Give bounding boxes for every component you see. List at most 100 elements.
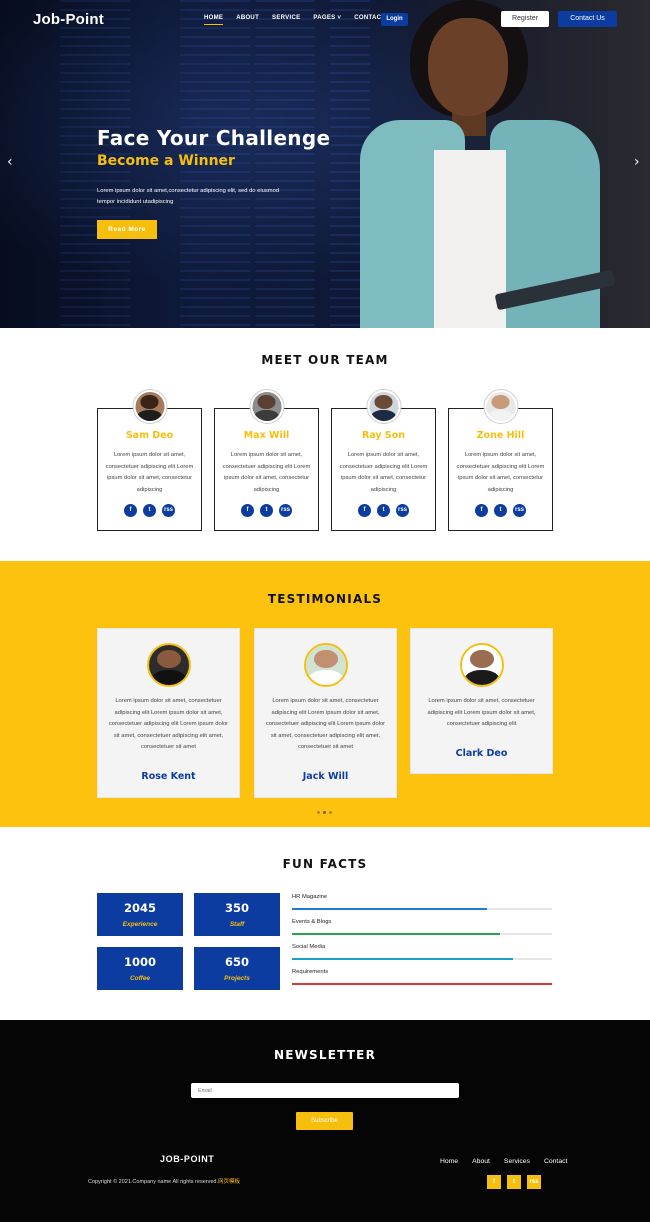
fact-box: 2045 Experience	[97, 893, 183, 936]
fact-box: 350 Staff	[194, 893, 280, 936]
facebook-icon[interactable]: f	[487, 1175, 501, 1189]
copyright-text: Copyright © 2021.Company name All rights…	[88, 1179, 219, 1185]
nav-about[interactable]: ABOUT	[236, 15, 259, 21]
facebook-icon[interactable]: f	[475, 504, 488, 517]
testimonial-text: Lorem ipsum dolor sit amet, consectetuer…	[265, 698, 386, 750]
member-name: Max Will	[243, 430, 290, 441]
testimonials-title: TESTIMONIALS	[267, 592, 383, 606]
fact-number: 650	[224, 955, 249, 969]
email-input[interactable]	[191, 1083, 459, 1098]
fact-number: 1000	[123, 955, 156, 969]
rss-icon[interactable]: rss	[513, 504, 526, 517]
carousel-dots	[317, 811, 332, 814]
nav-service[interactable]: SERVICE	[272, 15, 300, 21]
fact-box: 1000 Coffee	[97, 947, 183, 990]
hero-section: Job-Point HOME ABOUT SERVICE PAGES ˅ CON…	[0, 0, 650, 328]
member-name: Ray Son	[361, 430, 406, 441]
avatar	[459, 643, 504, 687]
copyright: Copyright © 2021.Company name All rights…	[88, 1177, 240, 1185]
team-card: Zone Hill Lorem ipsum dolor sit amet, co…	[448, 390, 553, 531]
member-name: Zone Hill	[476, 430, 525, 441]
skill-label: Requirements	[292, 969, 329, 975]
avatar	[303, 643, 348, 687]
contact-us-button[interactable]: Contact Us	[558, 11, 617, 27]
fact-label: Projects	[224, 975, 250, 982]
team-card: Sam Deo Lorem ipsum dolor sit amet, cons…	[97, 390, 202, 531]
skill-fill	[292, 958, 513, 960]
rss-icon[interactable]: rss	[279, 504, 292, 517]
fact-label: Experience	[122, 921, 158, 928]
read-more-button[interactable]: Read More	[97, 220, 157, 239]
skill-fill	[292, 908, 487, 910]
carousel-dot[interactable]	[317, 811, 320, 814]
slider-next-icon[interactable]: ›	[634, 154, 640, 170]
team-card: Ray Son Lorem ipsum dolor sit amet, cons…	[331, 390, 436, 531]
carousel-dot-active[interactable]	[323, 811, 326, 814]
facebook-icon[interactable]: f	[124, 504, 137, 517]
top-nav: Job-Point HOME ABOUT SERVICE PAGES ˅ CON…	[0, 0, 650, 38]
skill-fill	[292, 983, 552, 985]
hero-person-image	[360, 0, 620, 328]
testimonial-text: Lorem ipsum dolor sit amet, consectetuer…	[427, 698, 536, 727]
team-section: MEET OUR TEAM Sam Deo Lorem ipsum dolor …	[0, 328, 650, 561]
footer-links: Home About Services Contact	[440, 1158, 581, 1165]
footer-section: NEWSLETTER Subscribe JOB-POINT Copyright…	[0, 1020, 650, 1222]
skill-fill	[292, 933, 500, 935]
fact-number: 2045	[123, 901, 156, 915]
avatar	[367, 390, 400, 423]
nav-home[interactable]: HOME	[204, 15, 224, 25]
subscribe-button[interactable]: Subscribe	[296, 1112, 353, 1130]
register-button[interactable]: Register	[501, 11, 549, 27]
member-socials: f t rss	[332, 504, 435, 517]
footer-link-contact[interactable]: Contact	[544, 1158, 567, 1165]
hero-text: Lorem ipsum dolor sit amet,consectetur a…	[97, 188, 280, 205]
login-button[interactable]: Login	[381, 13, 408, 26]
footer-link-about[interactable]: About	[472, 1158, 490, 1165]
skill-track	[292, 958, 552, 960]
member-bio: Lorem ipsum dolor sit amet, consectetuer…	[339, 452, 428, 494]
team-card: Max Will Lorem ipsum dolor sit amet, con…	[214, 390, 319, 531]
twitter-icon[interactable]: t	[377, 504, 390, 517]
nav-pages-dropdown[interactable]: PAGES ˅	[313, 15, 341, 21]
testimonial-text: Lorem ipsum dolor sit amet, consectetuer…	[108, 698, 229, 750]
main-menu: HOME ABOUT SERVICE PAGES ˅ CONTACT	[204, 15, 398, 25]
member-socials: f t rss	[449, 504, 552, 517]
testimonial-card: Lorem ipsum dolor sit amet, consectetuer…	[97, 628, 240, 798]
carousel-dot[interactable]	[329, 811, 332, 814]
skill-bar: Events & Blogs	[292, 919, 552, 935]
testimonial-card: Lorem ipsum dolor sit amet, consectetuer…	[410, 628, 553, 774]
skill-bar: Social Media	[292, 944, 552, 960]
testimonial-name: Clark Deo	[455, 748, 508, 759]
site-logo[interactable]: Job-Point	[33, 11, 104, 28]
fact-label: Staff	[229, 921, 245, 928]
fact-label: Coffee	[129, 975, 151, 982]
facebook-icon[interactable]: f	[358, 504, 371, 517]
twitter-icon[interactable]: t	[507, 1175, 521, 1189]
skill-label: HR Magazine	[292, 894, 328, 900]
skill-track	[292, 933, 552, 935]
footer-brand: JOB-POINT	[160, 1154, 215, 1164]
footer-link-services[interactable]: Services	[504, 1158, 530, 1165]
twitter-icon[interactable]: t	[143, 504, 156, 517]
member-bio: Lorem ipsum dolor sit amet, consectetuer…	[222, 452, 311, 494]
rss-icon[interactable]: rss	[162, 504, 175, 517]
slider-prev-icon[interactable]: ‹	[7, 154, 13, 170]
testimonial-card: Lorem ipsum dolor sit amet, consectetuer…	[254, 628, 397, 798]
member-bio: Lorem ipsum dolor sit amet, consectetuer…	[105, 452, 194, 494]
hero-title: Face Your Challenge	[97, 126, 331, 150]
testimonial-name: Rose Kent	[141, 771, 196, 782]
testimonial-name: Jack Will	[302, 771, 349, 782]
fact-box: 650 Projects	[194, 947, 280, 990]
facebook-icon[interactable]: f	[241, 504, 254, 517]
avatar	[484, 390, 517, 423]
newsletter-title: NEWSLETTER	[273, 1048, 377, 1062]
member-bio: Lorem ipsum dolor sit amet, consectetuer…	[456, 452, 545, 494]
member-socials: f t rss	[215, 504, 318, 517]
footer-link-home[interactable]: Home	[440, 1158, 458, 1165]
rss-icon[interactable]: rss	[527, 1175, 541, 1189]
twitter-icon[interactable]: t	[494, 504, 507, 517]
copyright-link[interactable]: 网页模板	[218, 1179, 240, 1185]
twitter-icon[interactable]: t	[260, 504, 273, 517]
rss-icon[interactable]: rss	[396, 504, 409, 517]
member-socials: f t rss	[98, 504, 201, 517]
